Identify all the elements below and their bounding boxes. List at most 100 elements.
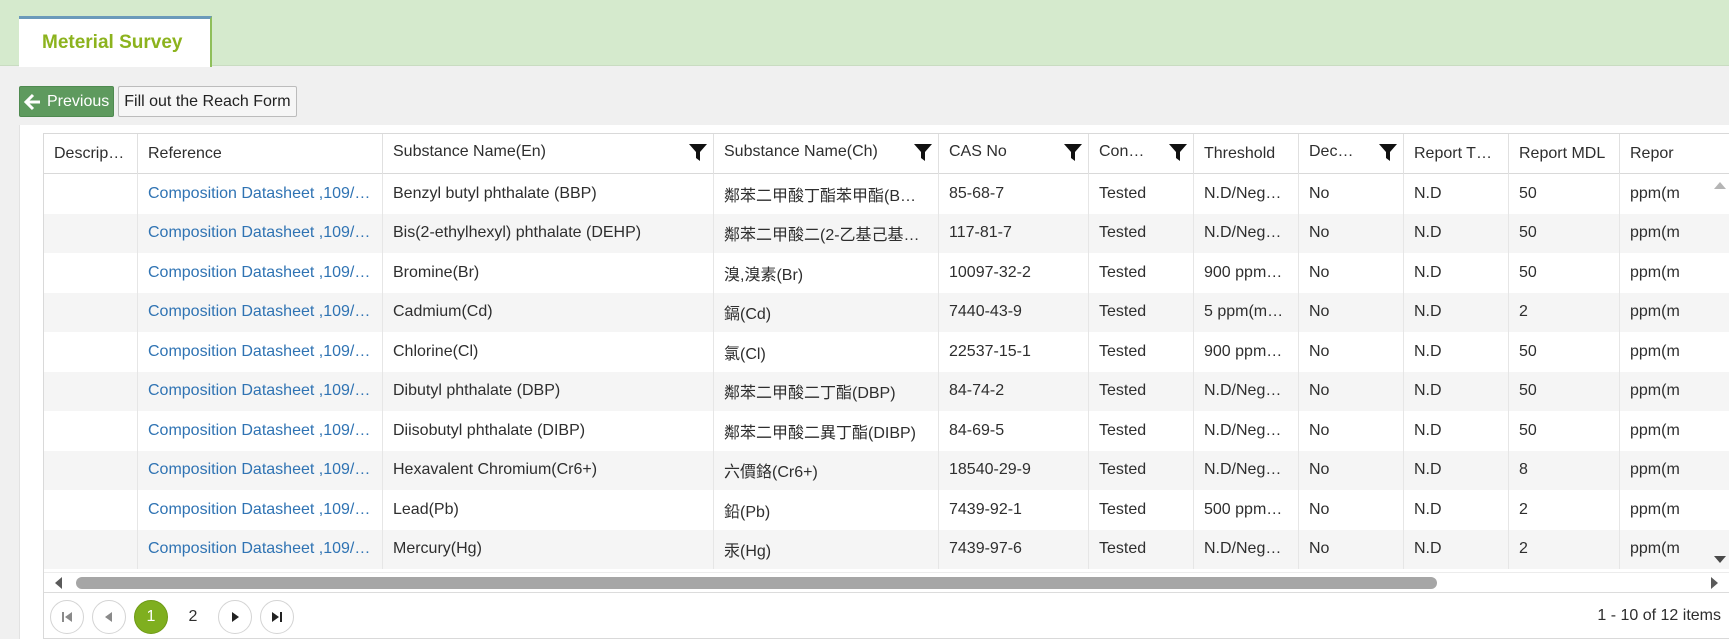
cell-description xyxy=(44,332,138,372)
cell-reference-link[interactable]: Composition Datasheet ,109/20… xyxy=(138,292,383,332)
column-header-report-unit[interactable]: Repor xyxy=(1620,134,1729,174)
cell-dec: No xyxy=(1299,529,1404,569)
cell-report-t: N.D xyxy=(1404,253,1509,293)
arrow-left-icon xyxy=(24,93,42,111)
column-header-cas-no[interactable]: CAS No xyxy=(939,134,1089,174)
cell-reference-link[interactable]: Composition Datasheet ,109/20… xyxy=(138,253,383,293)
cell-dec: No xyxy=(1299,490,1404,530)
cell-mdl: 2 xyxy=(1509,529,1620,569)
cell-description xyxy=(44,253,138,293)
cell-mdl: 2 xyxy=(1509,490,1620,530)
cell-reference-link[interactable]: Composition Datasheet ,109/20… xyxy=(138,450,383,490)
cell-reference-link[interactable]: Composition Datasheet ,109/20… xyxy=(138,332,383,372)
reach-form-label: Fill out the Reach Form xyxy=(124,92,291,110)
cell-mdl: 50 xyxy=(1509,213,1620,253)
cell-reference-link[interactable]: Composition Datasheet ,109/20… xyxy=(138,529,383,569)
cell-con: Tested xyxy=(1089,174,1194,214)
cell-con: Tested xyxy=(1089,213,1194,253)
table-row[interactable]: Composition Datasheet ,109/20… Dibutyl p… xyxy=(44,371,1729,411)
table-row[interactable]: Composition Datasheet ,109/20… Cadmium(C… xyxy=(44,292,1729,332)
column-header-description[interactable]: Description xyxy=(44,134,138,174)
scroll-down-arrow-icon[interactable] xyxy=(1713,553,1727,567)
cell-mdl: 50 xyxy=(1509,411,1620,451)
cell-report-t: N.D xyxy=(1404,411,1509,451)
previous-button[interactable]: Previous xyxy=(19,86,115,117)
cell-reference-link[interactable]: Composition Datasheet ,109/20… xyxy=(138,213,383,253)
column-header-reference[interactable]: Reference xyxy=(138,134,383,174)
tab-meterial-survey[interactable]: Meterial Survey xyxy=(19,16,212,67)
scroll-right-arrow-icon[interactable] xyxy=(1707,576,1721,590)
cell-name-en: Mercury(Hg) xyxy=(383,529,714,569)
fill-reach-form-button[interactable]: Fill out the Reach Form xyxy=(118,86,297,117)
cell-report-t: N.D xyxy=(1404,174,1509,214)
cell-name-ch: 鄰苯二甲酸二(2-乙基己基… xyxy=(714,213,939,253)
next-page-button[interactable] xyxy=(218,599,252,634)
cell-threshold: N.D/Neg… xyxy=(1194,529,1299,569)
column-header-report-mdl[interactable]: Report MDL xyxy=(1509,134,1620,174)
cell-con: Tested xyxy=(1089,371,1194,411)
table-row[interactable]: Composition Datasheet ,109/20… Chlorine(… xyxy=(44,332,1729,372)
scroll-up-arrow-icon[interactable] xyxy=(1713,178,1727,192)
column-header-report-t[interactable]: Report T… xyxy=(1404,134,1509,174)
cell-mdl: 50 xyxy=(1509,332,1620,372)
cell-name-en: Dibutyl phthalate (DBP) xyxy=(383,371,714,411)
cell-report-t: N.D xyxy=(1404,450,1509,490)
cell-name-ch: 鄰苯二甲酸二丁酯(DBP) xyxy=(714,371,939,411)
cell-cas: 10097-32-2 xyxy=(939,253,1089,293)
cell-mdl: 50 xyxy=(1509,371,1620,411)
horizontal-scrollbar[interactable] xyxy=(44,572,1729,592)
cell-reference-link[interactable]: Composition Datasheet ,109/20… xyxy=(138,490,383,530)
cell-name-ch: 鄰苯二甲酸二異丁酯(DIBP) xyxy=(714,411,939,451)
cell-description xyxy=(44,490,138,530)
cell-name-ch: 鄰苯二甲酸丁酯苯甲酯(B… xyxy=(714,174,939,214)
cell-unit: ppm(m xyxy=(1630,303,1680,321)
cell-reference-link[interactable]: Composition Datasheet ,109/20… xyxy=(138,174,383,214)
cell-cas: 117-81-7 xyxy=(939,213,1089,253)
column-header-substance-name-en[interactable]: Substance Name(En) xyxy=(383,134,714,174)
filter-icon[interactable] xyxy=(1379,144,1397,162)
cell-reference-link[interactable]: Composition Datasheet ,109/20… xyxy=(138,411,383,451)
content-panel: Description Reference Substance Name(En)… xyxy=(19,125,1729,639)
previous-page-button[interactable] xyxy=(92,599,126,634)
scroll-left-arrow-icon[interactable] xyxy=(52,576,66,590)
cell-con: Tested xyxy=(1089,529,1194,569)
table-row[interactable]: Composition Datasheet ,109/20… Mercury(H… xyxy=(44,529,1729,569)
cell-description xyxy=(44,371,138,411)
horizontal-scroll-thumb[interactable] xyxy=(76,577,1437,589)
cell-name-ch: 汞(Hg) xyxy=(714,529,939,569)
table-row[interactable]: Composition Datasheet ,109/20… Benzyl bu… xyxy=(44,174,1729,214)
cell-cas: 84-69-5 xyxy=(939,411,1089,451)
cell-report-t: N.D xyxy=(1404,371,1509,411)
column-header-substance-name-ch[interactable]: Substance Name(Ch) xyxy=(714,134,939,174)
table-row[interactable]: Composition Datasheet ,109/20… Diisobuty… xyxy=(44,411,1729,451)
column-header-con[interactable]: Con… xyxy=(1089,134,1194,174)
cell-description xyxy=(44,174,138,214)
cell-dec: No xyxy=(1299,213,1404,253)
last-page-button[interactable] xyxy=(260,599,294,634)
page-number-2[interactable]: 2 xyxy=(176,600,210,634)
table-row[interactable]: Composition Datasheet ,109/20… Hexavalen… xyxy=(44,450,1729,490)
cell-cas: 7439-97-6 xyxy=(939,529,1089,569)
cell-unit: ppm(m xyxy=(1630,500,1680,518)
cell-unit: ppm(m xyxy=(1630,342,1680,360)
filter-icon[interactable] xyxy=(914,144,932,162)
filter-icon[interactable] xyxy=(1169,144,1187,162)
table-row[interactable]: Composition Datasheet ,109/20… Lead(Pb) … xyxy=(44,490,1729,530)
toolbar: Previous Fill out the Reach Form xyxy=(19,86,297,118)
column-header-threshold[interactable]: Threshold xyxy=(1194,134,1299,174)
column-header-dec[interactable]: Dec… xyxy=(1299,134,1404,174)
table-row[interactable]: Composition Datasheet ,109/20… Bromine(B… xyxy=(44,253,1729,293)
cell-report-t: N.D xyxy=(1404,292,1509,332)
grid-header: Description Reference Substance Name(En)… xyxy=(44,134,1729,174)
first-page-button[interactable] xyxy=(50,599,84,634)
cell-description xyxy=(44,450,138,490)
cell-threshold: N.D/Neg… xyxy=(1194,213,1299,253)
filter-icon[interactable] xyxy=(1064,144,1082,162)
cell-reference-link[interactable]: Composition Datasheet ,109/20… xyxy=(138,371,383,411)
cell-mdl: 50 xyxy=(1509,174,1620,214)
page-number-1[interactable]: 1 xyxy=(134,599,168,634)
cell-description xyxy=(44,529,138,569)
table-row[interactable]: Composition Datasheet ,109/20… Bis(2-eth… xyxy=(44,213,1729,253)
filter-icon[interactable] xyxy=(689,144,707,162)
pager: 1 2 1 - 10 of 12 items xyxy=(44,592,1729,638)
